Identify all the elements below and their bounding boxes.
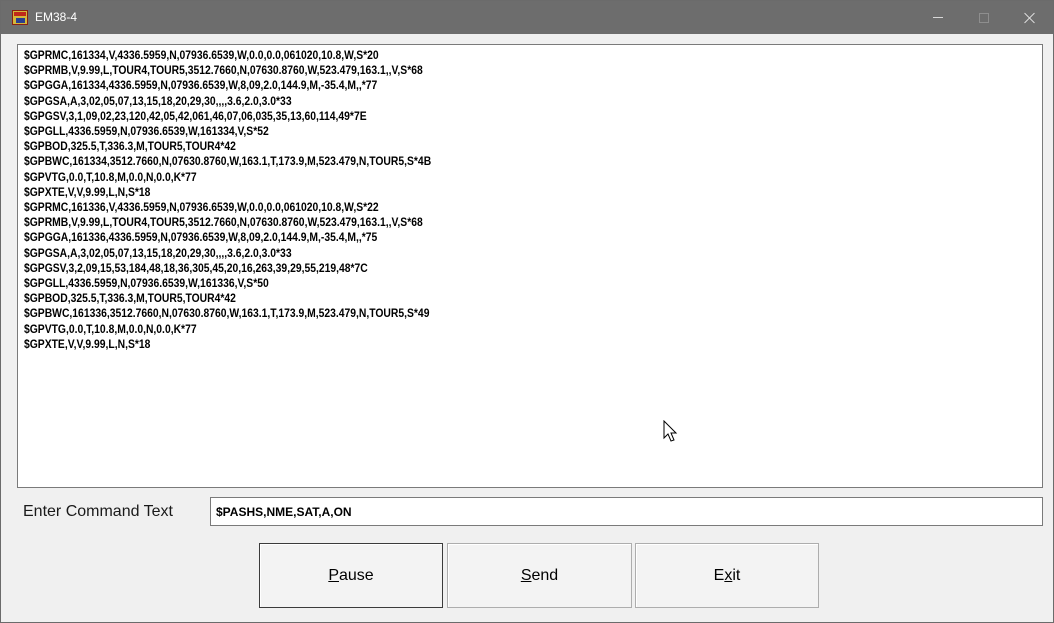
title-bar[interactable]: EM38-4: [1, 1, 1053, 34]
output-line: $GPGLL,4336.5959,N,07936.6539,W,161334,V…: [24, 126, 269, 139]
command-label: Enter Command Text: [23, 503, 173, 520]
output-line: $GPGSV,3,1,09,02,23,120,42,05,42,061,46,…: [24, 110, 367, 123]
exit-label-before: E: [713, 566, 725, 584]
output-line: $GPBWC,161334,3512.7660,N,07630.8760,W,1…: [24, 156, 432, 169]
pause-button[interactable]: Pause: [259, 543, 443, 608]
output-line: $GPBOD,325.5,T,336.3,M,TOUR5,TOUR4*42: [24, 293, 236, 306]
nmea-output-textbox[interactable]: $GPRMC,161334,V,4336.5959,N,07936.6539,W…: [17, 44, 1043, 488]
output-line: $GPGSV,3,2,09,15,53,184,48,18,36,305,45,…: [24, 262, 368, 275]
output-lines: $GPRMC,161334,V,4336.5959,N,07936.6539,W…: [24, 49, 476, 353]
em38-app-icon[interactable]: [12, 10, 28, 25]
output-line: $GPGLL,4336.5959,N,07936.6539,W,161336,V…: [24, 278, 269, 291]
output-line: $GPBOD,325.5,T,336.3,M,TOUR5,TOUR4*42: [24, 141, 236, 154]
output-line: $GPGSA,A,3,02,05,07,13,15,18,20,29,30,,,…: [24, 95, 292, 108]
output-line: $GPRMC,161334,V,4336.5959,N,07936.6539,W…: [24, 50, 379, 62]
output-line: $GPVTG,0.0,T,10.8,M,0.0,N,0.0,K*77: [24, 171, 197, 184]
output-line: $GPRMB,V,9.99,L,TOUR4,TOUR5,3512.7660,N,…: [24, 217, 423, 230]
output-line: $GPBWC,161336,3512.7660,N,07630.8760,W,1…: [24, 308, 430, 321]
pause-label-rest: ause: [338, 566, 374, 584]
output-line: $GPXTE,V,V,9.99,L,N,S*18: [24, 186, 151, 199]
pause-mnemonic: P: [328, 566, 339, 584]
output-line: $GPRMB,V,9.99,L,TOUR4,TOUR5,3512.7660,N,…: [24, 65, 423, 78]
send-mnemonic: S: [520, 566, 532, 584]
output-line: $GPXTE,V,V,9.99,L,N,S*18: [24, 338, 151, 351]
output-line: $GPGGA,161334,4336.5959,N,07936.6539,W,8…: [24, 80, 378, 93]
exit-button[interactable]: Ex it: [635, 543, 819, 608]
send-label-rest: end: [531, 566, 559, 584]
window-title: EM38-4: [35, 10, 78, 24]
output-line: $GPGSA,A,3,02,05,07,13,15,18,20,29,30,,,…: [24, 247, 292, 260]
app-window: EM38-4 $GPRMC,161334,V,4336.5959,N,07936…: [0, 0, 1054, 623]
send-button[interactable]: Send: [447, 543, 632, 608]
maximize-icon: [979, 12, 989, 23]
close-button[interactable]: [1007, 1, 1053, 34]
minimize-icon: [933, 17, 943, 18]
maximize-button[interactable]: [961, 1, 1007, 34]
output-line: $GPVTG,0.0,T,10.8,M,0.0,N,0.0,K*77: [24, 323, 197, 336]
exit-label-after: it: [732, 566, 741, 584]
exit-mnemonic: x: [724, 566, 733, 584]
close-icon: [1024, 12, 1036, 24]
output-line: $GPGGA,161336,4336.5959,N,07936.6539,W,8…: [24, 232, 378, 245]
output-line: $GPRMC,161336,V,4336.5959,N,07936.6539,W…: [24, 202, 379, 215]
mouse-pointer-icon: [663, 420, 678, 442]
minimize-button[interactable]: [915, 1, 961, 34]
command-input[interactable]: [210, 497, 1043, 526]
